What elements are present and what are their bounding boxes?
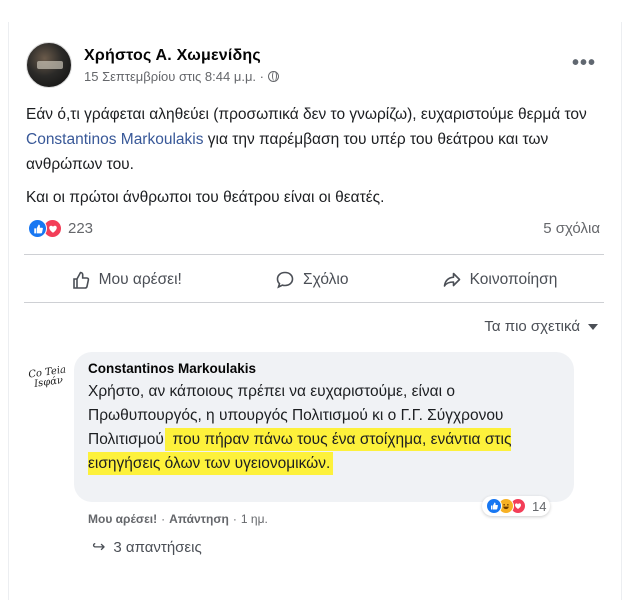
comment-reactions[interactable]: 14 — [482, 496, 551, 516]
sort-label: Τα πιο σχετικά — [484, 318, 580, 335]
comment-button[interactable]: Σχόλιο — [275, 270, 348, 290]
separator: · — [232, 512, 237, 526]
like-reaction-icon — [28, 219, 47, 238]
replies-label: 3 απαντήσεις — [113, 538, 202, 556]
view-replies-link[interactable]: ↪ 3 απαντήσεις — [92, 537, 202, 557]
comments-count[interactable]: 5 σχόλια — [543, 220, 600, 237]
post-meta: 15 Σεπτεμβρίου στις 8:44 μ.μ. · — [84, 69, 279, 84]
caret-down-icon — [588, 323, 598, 330]
post-timestamp[interactable]: 15 Σεπτεμβρίου στις 8:44 μ.μ. · — [84, 69, 264, 84]
divider — [24, 302, 604, 303]
comment-like-link[interactable]: Μου αρέσει! — [88, 512, 157, 526]
post-paragraph-1: Εάν ό,τι γράφεται αληθεύει (προσωπικά δε… — [26, 102, 606, 177]
like-reaction-icon — [486, 498, 502, 514]
comment-reaction-count: 14 — [532, 498, 547, 514]
comment-actions: Μου αρέσει! · Απάντηση · 1 ημ. — [88, 512, 268, 526]
post-text: Εάν ό,τι γράφεται αληθεύει (προσωπικά δε… — [26, 102, 606, 218]
header-text: Χρήστος Α. Χωμενίδης 15 Σεπτεμβρίου στις… — [84, 47, 279, 84]
post-header: Χρήστος Α. Χωμενίδης 15 Σεπτεμβρίου στις… — [26, 42, 279, 88]
comment-text: Χρήστο, αν κάποιους πρέπει να ευχαριστού… — [88, 380, 558, 476]
author-avatar[interactable] — [26, 42, 72, 88]
action-bar: Μου αρέσει! Σχόλιο Κοινοποίηση — [24, 258, 604, 302]
commenter-avatar[interactable]: Co Teia Ιsφάν — [28, 358, 68, 398]
separator: · — [161, 512, 166, 526]
post-text-part: Εάν ό,τι γράφεται αληθεύει (προσωπικά δε… — [26, 106, 587, 123]
reactions-summary[interactable]: 223 — [28, 219, 93, 238]
divider — [24, 254, 604, 255]
thumbs-up-icon — [72, 271, 89, 289]
mention-link[interactable]: Constantinos Markoulakis — [26, 131, 203, 148]
reaction-count: 223 — [68, 220, 94, 237]
comment-author[interactable]: Constantinos Markoulakis — [88, 361, 560, 376]
globe-icon — [268, 70, 279, 82]
share-label: Κοινοποίηση — [469, 271, 558, 288]
comment-time[interactable]: 1 ημ. — [241, 512, 268, 526]
post-author[interactable]: Χρήστος Α. Χωμενίδης — [84, 47, 279, 65]
share-icon — [443, 272, 460, 287]
like-button[interactable]: Μου αρέσει! — [71, 270, 182, 290]
post-paragraph-2: Και οι πρώτοι άνθρωποι του θεάτρου είναι… — [26, 189, 385, 206]
comment-icon — [276, 271, 294, 289]
comment-bubble: Constantinos Markoulakis Χρήστο, αν κάπο… — [74, 352, 574, 502]
comment-label: Σχόλιο — [303, 271, 349, 288]
like-label: Μου αρέσει! — [98, 271, 182, 288]
comment-reply-link[interactable]: Απάντηση — [169, 512, 229, 526]
commenter-avatar-logo: Co Teia Ιsφάν — [27, 364, 67, 390]
comment-sort-dropdown[interactable]: Τα πιο σχετικά — [484, 318, 598, 335]
more-options-icon[interactable]: ••• — [572, 52, 596, 75]
reply-arrow-icon: ↪ — [92, 539, 106, 556]
share-button[interactable]: Κοινοποίηση — [442, 270, 558, 290]
